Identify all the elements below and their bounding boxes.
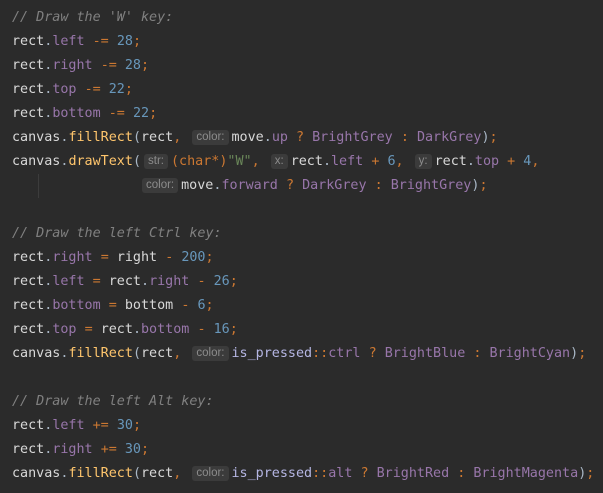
field: up [271, 130, 288, 145]
field: top [52, 82, 77, 97]
enum-value: BrightBlue [384, 346, 466, 361]
string-literal: "W" [227, 154, 252, 169]
operator: -= [84, 82, 101, 97]
indent-guide [38, 174, 39, 198]
number: 22 [108, 82, 125, 97]
field: bottom [52, 298, 101, 313]
code-line: rect.left += 30; [12, 418, 141, 433]
code-line: canvas.drawText(str: (char*)"W", x: rect.l… [12, 154, 540, 169]
identifier: rect [290, 154, 323, 169]
number: 26 [213, 274, 230, 289]
code-line: canvas.fillRect(rect, color: move.up ? Br… [12, 130, 498, 145]
field: ctrl [328, 346, 361, 361]
number: 6 [387, 154, 396, 169]
identifier: rect [12, 34, 45, 49]
function-name: fillRect [68, 130, 133, 145]
identifier: rect [100, 322, 133, 337]
code-line: rect.top -= 22; [12, 82, 133, 97]
type-cast: (char*) [170, 154, 228, 169]
field: forward [221, 178, 278, 193]
identifier: rect [108, 274, 141, 289]
code-editor[interactable]: // Draw the 'W' key: rect.left -= 28; re… [0, 0, 603, 493]
function-name: drawText [68, 154, 133, 169]
code-line-comment-w-key: // Draw the 'W' key: [12, 10, 174, 25]
parameter-hint: color: [142, 178, 179, 193]
identifier: move [181, 178, 214, 193]
parameter-hint: x: [270, 154, 288, 169]
field: top [474, 154, 500, 169]
code-line: rect.left = rect.right - 26; [12, 274, 238, 289]
enum-value: BrightMagenta [473, 466, 579, 481]
field: right [52, 58, 93, 73]
number: 30 [124, 442, 141, 457]
parameter-hint: color: [192, 130, 229, 145]
enum-value: BrightGrey [312, 130, 393, 145]
number: 200 [181, 250, 206, 265]
field: bottom [141, 322, 190, 337]
code-line: rect.right = right - 200; [12, 250, 214, 265]
number: 16 [213, 322, 230, 337]
operator: += [100, 442, 117, 457]
field: left [52, 418, 85, 433]
namespace: is_pressed [231, 346, 313, 361]
identifier: rect [434, 154, 467, 169]
field: left [331, 154, 364, 169]
number: 30 [116, 418, 133, 433]
field: left [52, 34, 85, 49]
enum-value: BrightCyan [489, 346, 571, 361]
code-line: canvas.fillRect(rect, color: is_pressed::… [12, 466, 595, 481]
field: right [52, 442, 93, 457]
enum-value: DarkGrey [416, 130, 482, 145]
field: left [52, 274, 85, 289]
code-line: rect.bottom -= 22; [12, 106, 158, 121]
number: 28 [116, 34, 133, 49]
enum-value: DarkGrey [302, 178, 367, 193]
operator: -= [108, 106, 125, 121]
namespace: is_pressed [231, 466, 313, 481]
code-line: rect.right -= 28; [12, 58, 150, 73]
parameter-hint: color: [192, 466, 229, 481]
identifier: move [231, 130, 264, 145]
operator: -= [100, 58, 117, 73]
field: bottom [52, 106, 101, 121]
field: right [149, 274, 190, 289]
code-line: rect.bottom = bottom - 6; [12, 298, 214, 313]
identifier: rect [141, 130, 174, 145]
field: top [52, 322, 77, 337]
code-line: color: move.forward ? DarkGrey : BrightGr… [139, 176, 488, 196]
code-line: rect.right += 30; [12, 442, 150, 457]
field: alt [328, 466, 353, 481]
identifier: bottom [124, 298, 174, 313]
code-line-comment-ctrl-key: // Draw the left Ctrl key: [12, 226, 222, 241]
identifier: rect [12, 82, 45, 97]
parameter-hint: color: [192, 346, 229, 361]
number: 6 [197, 298, 206, 313]
identifier: canvas [12, 154, 61, 169]
operator: -= [92, 34, 109, 49]
parameter-hint: str: [144, 154, 168, 169]
operator: += [92, 418, 109, 433]
number: 22 [132, 106, 150, 121]
parameter-hint: y: [414, 154, 432, 169]
enum-value: BrightRed [376, 466, 450, 481]
identifier: right [116, 250, 158, 265]
code-line: rect.top = rect.bottom - 16; [12, 322, 238, 337]
enum-value: BrightGrey [390, 178, 472, 193]
number: 28 [124, 58, 141, 73]
code-line: canvas.fillRect(rect, color: is_pressed::… [12, 346, 587, 361]
identifier: rect [12, 106, 45, 121]
field: right [52, 250, 93, 265]
code-line-comment-alt-key: // Draw the left Alt key: [12, 394, 214, 409]
identifier: rect [12, 58, 45, 73]
code-line: rect.left -= 28; [12, 34, 141, 49]
identifier: canvas [12, 130, 61, 145]
